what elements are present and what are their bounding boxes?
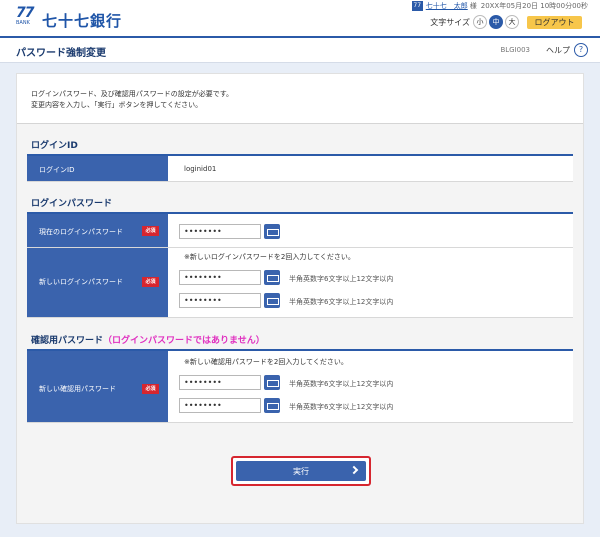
execute-button[interactable]: 実行 [236,461,366,481]
software-keyboard-icon[interactable] [264,375,280,390]
password-hint: 半角英数字6文字以上12文字以内 [289,380,394,388]
row-divider [27,247,573,248]
header-controls: 文字サイズ 小 中 大 ログアウト [430,15,582,29]
software-keyboard-icon[interactable] [264,398,280,413]
login-id-label-cell: ログインID [27,156,168,182]
confirm-password-note: ※新しい確認用パスワードを2回入力してください。 [184,358,348,366]
confirm-password-title-text: 確認用パスワード [31,336,104,346]
text-size-large-button[interactable]: 大 [505,15,519,29]
help-icon[interactable]: ? [574,43,588,57]
software-keyboard-icon[interactable] [264,270,280,285]
notice-box: ログインパスワード、及び確認用パスワードの設定が必要です。 変更内容を入力し、「… [17,74,583,124]
row-divider [27,181,573,182]
required-badge: 必須 [142,277,159,287]
password-hint: 半角英数字6文字以上12文字以内 [289,298,394,306]
title-bar: パスワード強制変更 BLGI003 ヘルプ ? [0,36,600,63]
user-name-link[interactable]: 七十七 太郎 [426,1,468,11]
text-size-label: 文字サイズ [430,17,470,27]
header: 77 BANK 七十七銀行 77 七十七 太郎 様 20XX年05月20日 10… [0,0,600,36]
required-badge: 必須 [142,226,159,236]
new-password-note: ※新しいログインパスワードを2回入力してください。 [184,253,355,261]
execute-button-highlight: 実行 [231,456,371,486]
page-title: パスワード強制変更 [16,48,106,59]
current-password-label: 現在のログインパスワード [39,228,123,236]
confirm-password-title-note: （ログインパスワードではありません） [103,336,265,346]
logo-77: 77 [16,5,34,21]
new-password-confirm-input[interactable]: •••••••• [179,293,261,308]
bank-logo[interactable]: 77 BANK 七十七銀行 [16,6,122,31]
login-id-label: ログインID [39,166,75,174]
logo-mark: 77 BANK [16,6,38,28]
confirm-password-section-title: 確認用パスワード（ログインパスワードではありません） [31,333,265,346]
user-honorific: 様 [469,2,477,10]
login-password-table: 現在のログインパスワード 必須 新しいログインパスワード 必須 ••••••••… [27,214,573,318]
password-hint: 半角英数字6文字以上12文字以内 [289,403,394,411]
bank-name: 七十七銀行 [42,12,123,30]
confirm-password-label: 新しい確認用パスワード [39,385,116,393]
login-id-table: ログインID loginid01 [27,156,573,182]
new-password-input[interactable]: •••••••• [179,270,261,285]
row-divider [27,422,573,423]
login-id-value: loginid01 [184,165,217,173]
confirm-password-table: 新しい確認用パスワード 必須 ※新しい確認用パスワードを2回入力してください。 … [27,351,573,423]
login-id-section-title: ログインID [31,141,78,151]
confirm-password-repeat-input[interactable]: •••••••• [179,398,261,413]
login-password-section-title: ログインパスワード [31,199,113,209]
software-keyboard-icon[interactable] [264,224,280,239]
required-badge: 必須 [142,384,159,394]
main-panel: ログインパスワード、及び確認用パスワードの設定が必要です。 変更内容を入力し、「… [16,73,584,524]
new-password-label: 新しいログインパスワード [39,278,123,286]
text-size-small-button[interactable]: 小 [473,15,487,29]
logout-button[interactable]: ログアウト [527,15,582,29]
help-link[interactable]: ヘルプ [546,45,570,56]
logo-bank-text: BANK [16,20,30,26]
text-size-medium-button[interactable]: 中 [489,15,503,29]
notice-line-1: ログインパスワード、及び確認用パスワードの設定が必要です。 [31,90,234,98]
last-login-time: 20XX年05月20日 10時00分00秒 [480,2,588,10]
confirm-password-input[interactable]: •••••••• [179,375,261,390]
password-hint: 半角英数字6文字以上12文字以内 [289,275,394,283]
software-keyboard-icon[interactable] [264,293,280,308]
login-password-label-cell: 現在のログインパスワード 必須 新しいログインパスワード 必須 [27,214,168,318]
screen-id: BLGI003 [500,46,530,54]
notice-line-2: 変更内容を入力し、「実行」ボタンを押してください。 [31,101,203,109]
current-password-input[interactable]: •••••••• [179,224,261,239]
execute-button-label: 実行 [293,467,309,476]
row-divider [27,317,573,318]
person-badge-icon: 77 [411,1,423,11]
confirm-password-label-cell: 新しい確認用パスワード 必須 [27,351,168,423]
user-info: 77 七十七 太郎 様 20XX年05月20日 10時00分00秒 [411,1,588,11]
